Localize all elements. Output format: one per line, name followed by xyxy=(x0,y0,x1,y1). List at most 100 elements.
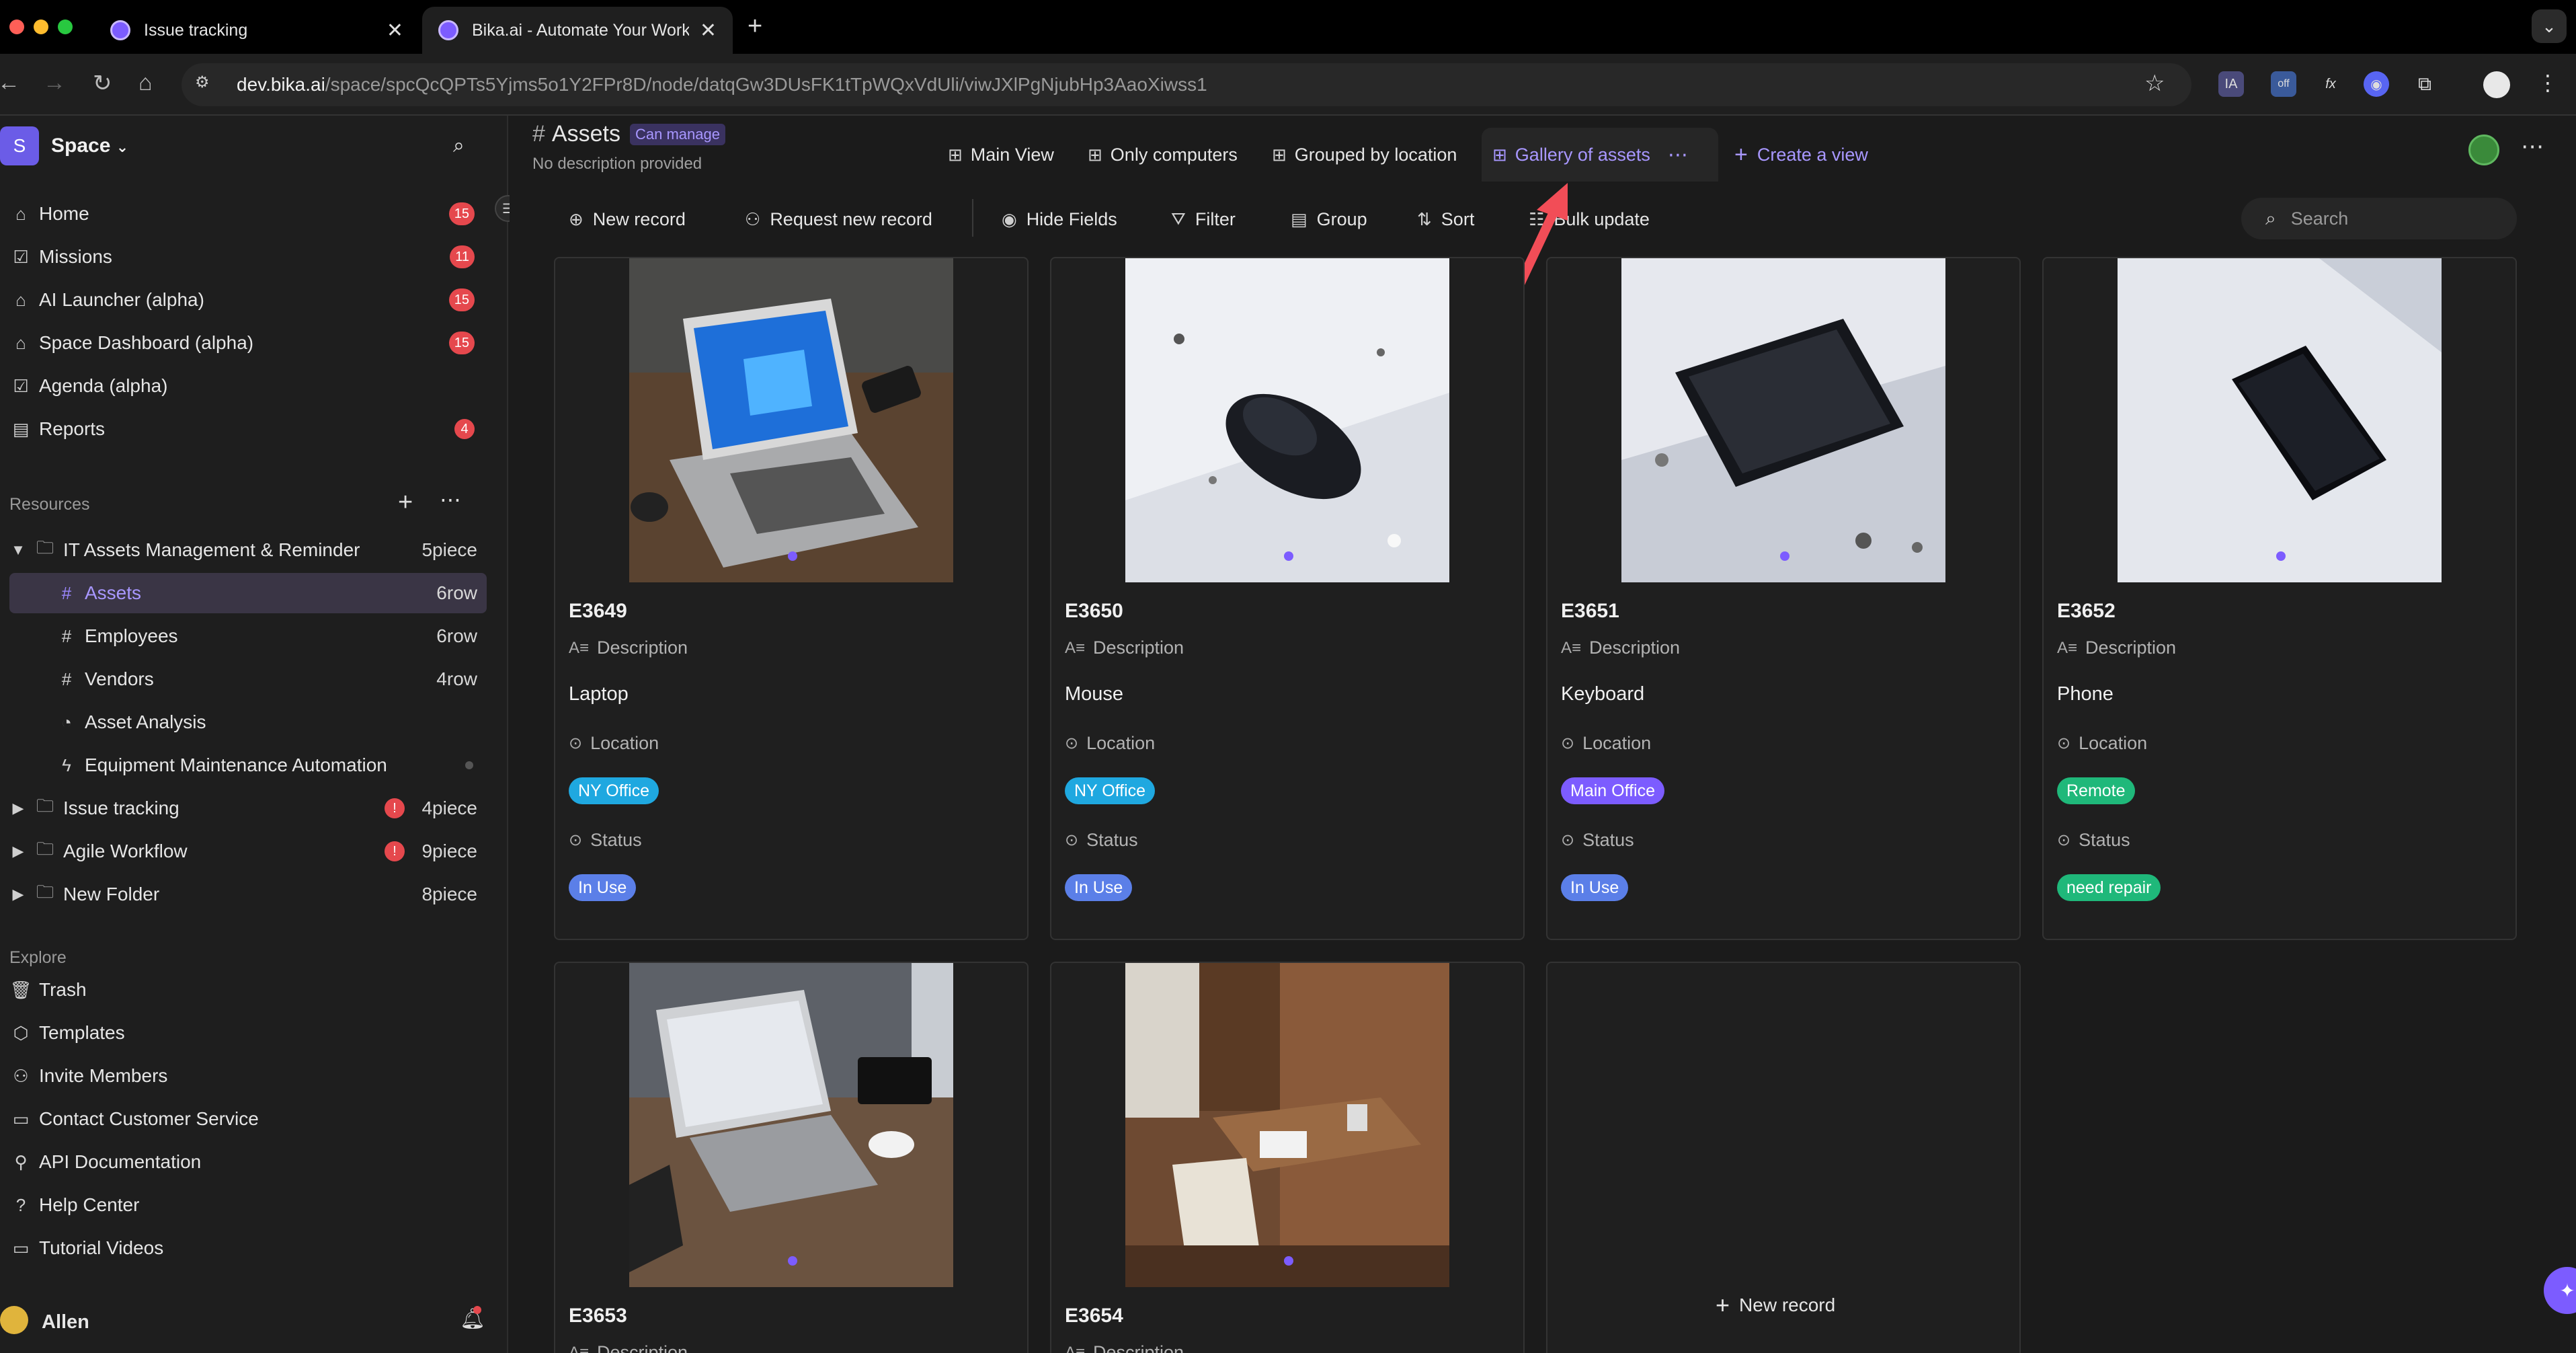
browser-tab-bika[interactable]: Bika.ai - Automate Your Work ✕ xyxy=(422,7,733,54)
asset-image[interactable] xyxy=(629,963,953,1287)
sidebar-item-trash[interactable]: 🗑 Trash xyxy=(0,970,487,1010)
carousel-dot[interactable] xyxy=(2276,551,2286,561)
new-record-card[interactable]: + New record xyxy=(1546,962,2021,1353)
forward-arrow-icon[interactable]: → xyxy=(43,70,66,96)
sidebar-item-contact-customer-service[interactable]: ▭ Contact Customer Service xyxy=(0,1099,487,1139)
close-tab-icon[interactable]: ✕ xyxy=(387,19,403,42)
close-window-button[interactable] xyxy=(9,20,24,34)
sidebar-item-employees[interactable]: # Employees 6row xyxy=(0,616,487,656)
page-title: # Assets Can manage xyxy=(532,121,725,147)
toolbar-divider xyxy=(972,199,973,237)
bookmark-star-icon[interactable]: ☆ xyxy=(2144,70,2165,97)
field-label-description: A≡ Description xyxy=(1065,1342,1184,1353)
sort-button[interactable]: ⇅ Sort xyxy=(1417,204,1474,234)
gallery-card[interactable]: E3653 A≡ Description xyxy=(554,962,1029,1353)
profile-avatar[interactable] xyxy=(2483,71,2510,98)
sidebar-item-asset-analysis[interactable]: ◔ Asset Analysis xyxy=(0,702,487,742)
back-arrow-icon[interactable]: ← xyxy=(0,70,20,96)
sidebar-item-reports[interactable]: ▤ Reports 4 xyxy=(0,409,487,449)
sidebar-item-equipment-maintenance[interactable]: ϟ Equipment Maintenance Automation xyxy=(0,745,487,785)
sidebar-item-help-center[interactable]: ? Help Center xyxy=(0,1185,487,1225)
hide-fields-button[interactable]: ◉ Hide Fields xyxy=(1002,204,1117,234)
folder-icon: 🗀 xyxy=(36,839,54,859)
more-options-icon[interactable]: ⋯ xyxy=(440,487,461,512)
close-tab-icon[interactable]: ✕ xyxy=(700,19,717,42)
new-record-button[interactable]: ⊕ New record xyxy=(569,204,686,234)
new-record-card-button[interactable]: + New record xyxy=(1716,1291,1835,1319)
tab-grouped-by-location[interactable]: ⊞ Grouped by location xyxy=(1272,141,1457,168)
sidebar-item-vendors[interactable]: # Vendors 4row xyxy=(0,659,487,699)
folder-agile-workflow[interactable]: ▶ 🗀 Agile Workflow! 9piece xyxy=(0,831,487,872)
more-options-icon[interactable]: ⋯ xyxy=(1668,143,1688,167)
home-icon[interactable]: ⌂ xyxy=(138,70,153,96)
reload-icon[interactable]: ↻ xyxy=(93,70,112,97)
gallery-card[interactable]: E3654 A≡ Description xyxy=(1050,962,1525,1353)
carousel-dot[interactable] xyxy=(1284,1256,1293,1266)
asset-image[interactable] xyxy=(1125,963,1449,1287)
filter-button[interactable]: ⛛ Filter xyxy=(1171,204,1236,234)
create-view-button[interactable]: + Create a view xyxy=(1734,141,1868,168)
sidebar-item-space-dashboard[interactable]: ⌂ Space Dashboard (alpha) 15 xyxy=(0,323,487,363)
sidebar-item-invite-members[interactable]: ⚇ Invite Members xyxy=(0,1056,487,1096)
long-text-icon: A≡ xyxy=(1065,1343,1086,1353)
browser-tab-issue-tracking[interactable]: Issue tracking ✕ xyxy=(94,7,419,54)
site-settings-icon[interactable]: ⚙ xyxy=(195,73,219,97)
browser-menu-icon[interactable]: ⋮ xyxy=(2537,70,2559,95)
carousel-dot[interactable] xyxy=(788,551,797,561)
video-icon: ▭ xyxy=(12,1237,30,1258)
extensions-puzzle-icon[interactable]: ⧉ xyxy=(2412,71,2438,97)
extension-fx-icon[interactable]: fx xyxy=(2318,71,2343,97)
gallery-card[interactable]: E3651 A≡ Description Keyboard ⊙ Location M… xyxy=(1546,257,2021,940)
tab-gallery-of-assets[interactable]: ⊞ Gallery of assets ⋯ xyxy=(1492,141,1688,168)
carousel-dot[interactable] xyxy=(788,1256,797,1266)
folder-issue-tracking[interactable]: ▶ 🗀 Issue tracking! 4piece xyxy=(0,788,487,828)
group-button[interactable]: ▤ Group xyxy=(1291,204,1367,234)
extension-discord-icon[interactable]: ◉ xyxy=(2364,71,2389,97)
space-avatar[interactable]: S xyxy=(0,126,39,165)
space-switcher[interactable]: Space ⌄ xyxy=(51,134,128,157)
user-avatar[interactable] xyxy=(0,1306,28,1334)
more-options-icon[interactable]: ⋯ xyxy=(2521,133,2544,160)
checkbox-icon: ☑ xyxy=(13,375,29,396)
sidebar-item-api-documentation[interactable]: ⚲ API Documentation xyxy=(0,1142,487,1182)
gallery-card[interactable]: E3650 A≡ Description Mouse ⊙ Location NY O… xyxy=(1050,257,1525,940)
add-resource-plus-icon[interactable]: + xyxy=(398,488,413,517)
asset-image[interactable] xyxy=(2118,258,2442,582)
extension-ia-icon[interactable]: IA xyxy=(2218,71,2244,97)
field-label-description: A≡ Description xyxy=(569,637,688,658)
description-value: Laptop xyxy=(569,683,629,705)
folder-it-assets[interactable]: ▼ 🗀 IT Assets Management & Reminder 5piece xyxy=(0,530,487,570)
new-tab-plus-icon[interactable]: + xyxy=(748,12,762,41)
url-input[interactable]: ⚙ dev.bika.ai/space/spcQcQPTs5Yjms5o1Y2F… xyxy=(182,63,2191,106)
sidebar-item-assets[interactable]: # Assets 6row xyxy=(9,573,487,613)
tab-list-chevron-icon[interactable]: ⌄ xyxy=(2532,9,2567,43)
carousel-dot[interactable] xyxy=(1780,551,1789,561)
request-new-record-button[interactable]: ⚇ Request new record xyxy=(745,204,932,234)
collaborator-avatar[interactable] xyxy=(2468,134,2499,165)
notification-badge: 11 xyxy=(450,245,475,268)
user-name[interactable]: Allen xyxy=(42,1311,89,1333)
gallery-card[interactable]: E3652 A≡ Description Phone ⊙ Location Remo… xyxy=(2042,257,2517,940)
sidebar-item-ai-launcher[interactable]: ⌂ AI Launcher (alpha) 15 xyxy=(0,280,487,320)
extension-off-icon[interactable]: off xyxy=(2271,71,2296,97)
gallery-card[interactable]: E3649 A≡ Description Laptop ⊙ Location NY … xyxy=(554,257,1029,940)
asset-image[interactable] xyxy=(1125,258,1449,582)
search-icon[interactable]: ⌕ xyxy=(453,134,465,157)
maximize-window-button[interactable] xyxy=(58,20,73,34)
bell-icon[interactable]: 🔔︎ xyxy=(460,1307,485,1331)
sidebar-item-home[interactable]: ⌂ Home 15 xyxy=(0,194,487,234)
folder-new-folder[interactable]: ▶ 🗀 New Folder 8piece xyxy=(0,874,487,915)
asset-image[interactable] xyxy=(1621,258,1945,582)
minimize-window-button[interactable] xyxy=(34,20,48,34)
select-icon: ⊙ xyxy=(569,831,583,849)
sidebar-item-missions[interactable]: ☑ Missions 11 xyxy=(0,237,487,277)
carousel-dot[interactable] xyxy=(1284,551,1293,561)
tab-only-computers[interactable]: ⊞ Only computers xyxy=(1088,141,1238,168)
tab-main-view[interactable]: ⊞ Main View xyxy=(948,141,1054,168)
table-hash-icon: # xyxy=(61,625,72,646)
search-input[interactable]: ⌕ Search xyxy=(2241,198,2517,239)
sidebar-item-templates[interactable]: ⬡ Templates xyxy=(0,1013,487,1053)
sidebar-item-agenda[interactable]: ☑ Agenda (alpha) xyxy=(0,366,487,406)
asset-image[interactable] xyxy=(629,258,953,582)
sidebar-item-tutorial-videos[interactable]: ▭ Tutorial Videos xyxy=(0,1228,487,1268)
